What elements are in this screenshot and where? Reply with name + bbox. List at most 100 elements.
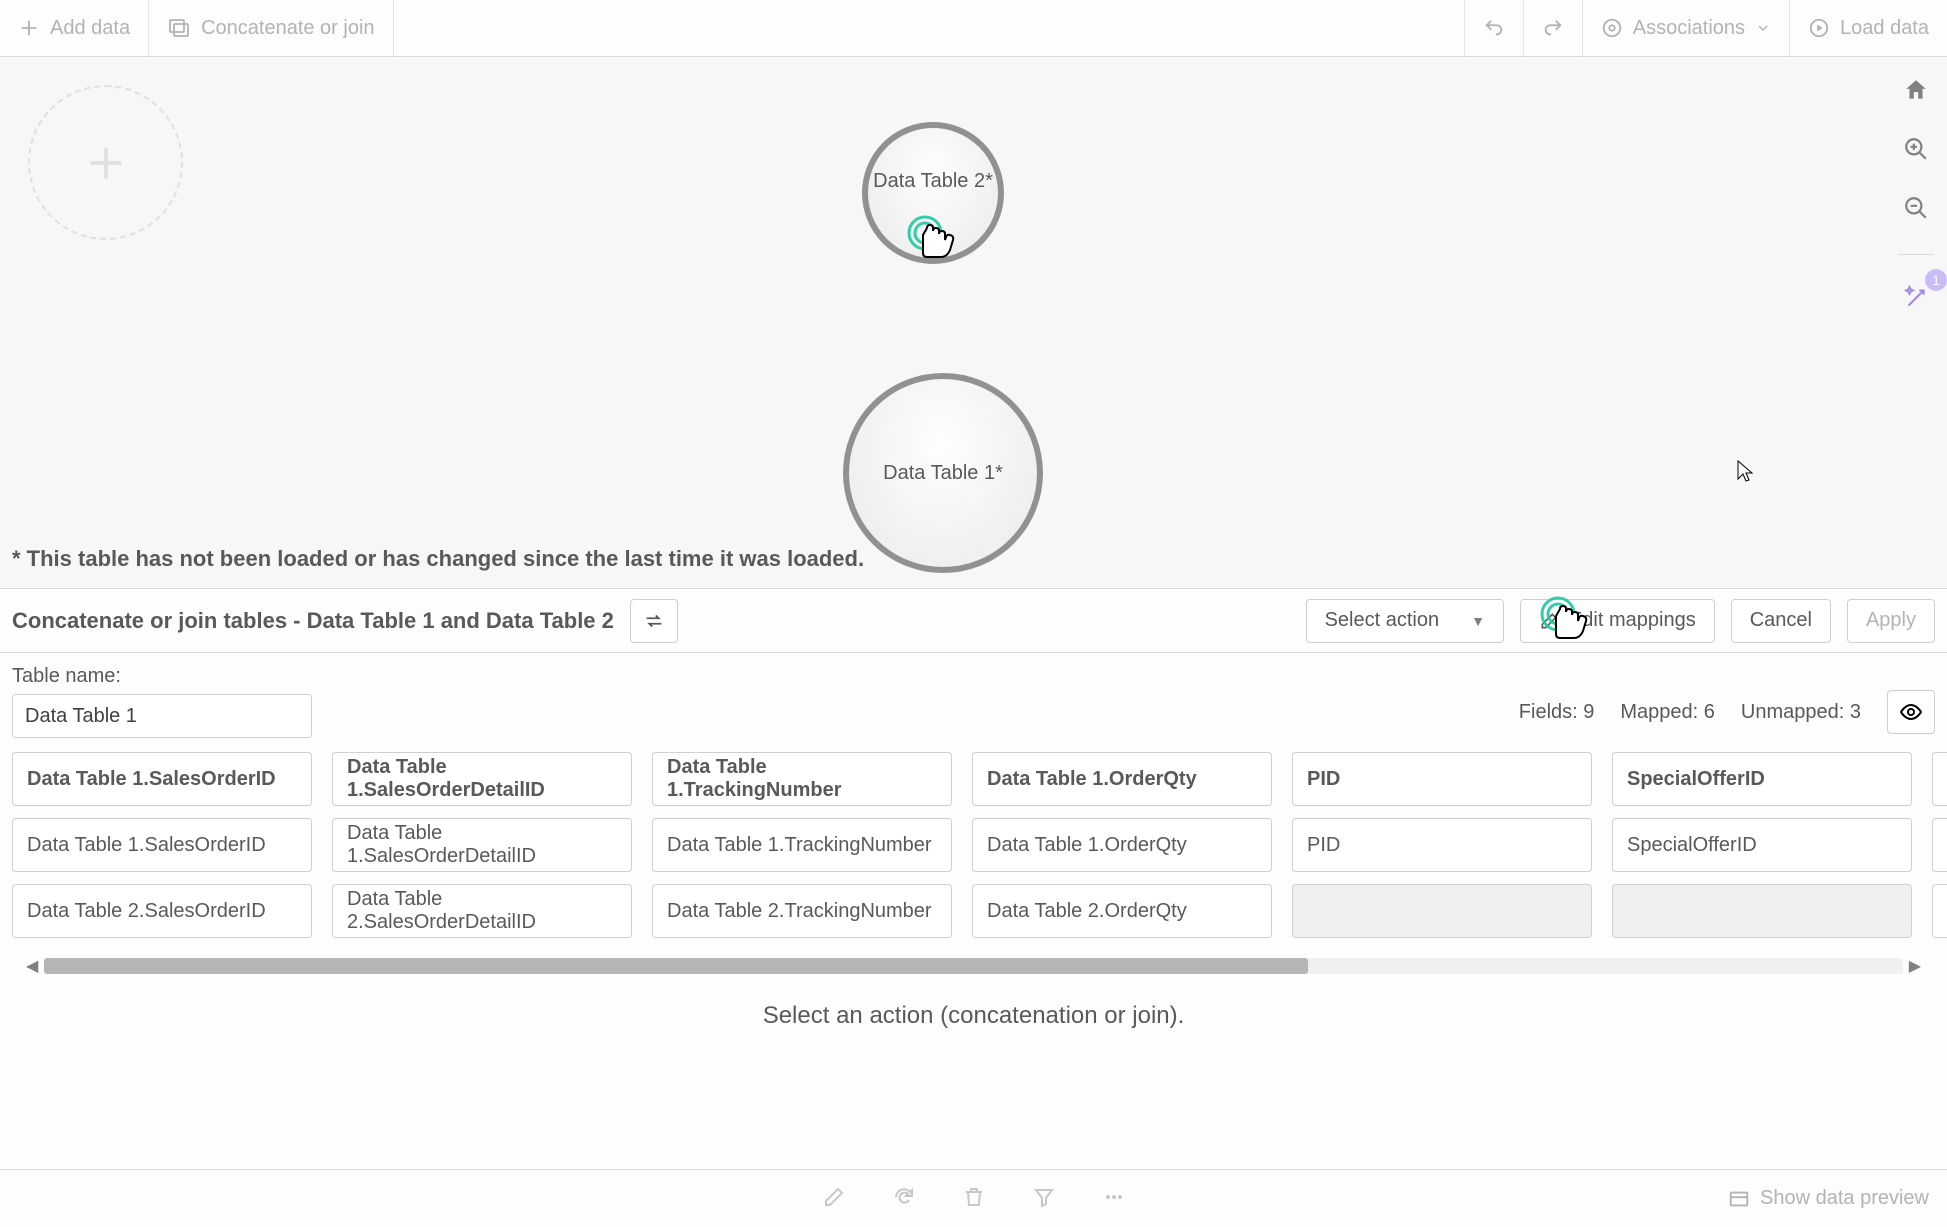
concat-join-button[interactable]: Concatenate or join bbox=[149, 0, 393, 57]
add-table-placeholder[interactable] bbox=[28, 85, 183, 240]
column-header[interactable]: Data Table 1.OrderQty bbox=[972, 752, 1272, 806]
fields-count: Fields: 9 bbox=[1519, 701, 1595, 724]
scroll-right-icon[interactable]: ▶ bbox=[1907, 956, 1923, 976]
filter-button[interactable] bbox=[1032, 1185, 1056, 1212]
mapping-cell[interactable]: Data Ta bbox=[1932, 884, 1947, 938]
edit-button[interactable] bbox=[822, 1185, 846, 1212]
scroll-left-icon[interactable]: ◀ bbox=[24, 956, 40, 976]
scroll-thumb[interactable] bbox=[44, 958, 1308, 974]
home-button[interactable] bbox=[1897, 71, 1935, 112]
mapping-cell[interactable]: Data Table 1.SalesOrderDetailID bbox=[332, 818, 632, 872]
table-name-row: Table name: Fields: 9 Mapped: 6 Unmapped… bbox=[0, 653, 1947, 746]
mapping-cell[interactable]: Data Table 1.OrderQty bbox=[972, 818, 1272, 872]
mapping-cell[interactable]: PID bbox=[1292, 818, 1592, 872]
swap-icon bbox=[643, 610, 665, 632]
mapping-cell[interactable]: Data Table 2.OrderQty bbox=[972, 884, 1272, 938]
mapping-column: Data Table 1.TrackingNumber Data Table 1.… bbox=[652, 752, 952, 938]
concat-join-title: Concatenate or join tables - Data Table … bbox=[12, 608, 614, 634]
cursor-icon bbox=[1736, 459, 1754, 483]
plus-large-icon bbox=[83, 140, 129, 186]
chevron-down-icon: ▼ bbox=[1471, 613, 1485, 629]
column-header[interactable]: Data Ta bbox=[1932, 752, 1947, 806]
redo-icon bbox=[1542, 17, 1564, 39]
more-button[interactable] bbox=[1102, 1185, 1126, 1212]
apply-label: Apply bbox=[1866, 609, 1916, 632]
mapping-column: Data Table 1.SalesOrderID Data Table 1.Sa… bbox=[12, 752, 312, 938]
zoom-in-button[interactable] bbox=[1897, 130, 1935, 171]
mapping-area: Data Table 1.SalesOrderID Data Table 1.Sa… bbox=[0, 746, 1947, 976]
column-header[interactable]: SpecialOfferID bbox=[1612, 752, 1912, 806]
add-data-button[interactable]: Add data bbox=[0, 0, 149, 57]
undo-icon bbox=[1483, 17, 1505, 39]
unmapped-count: Unmapped: 3 bbox=[1741, 701, 1861, 724]
edit-mappings-button[interactable]: Edit mappings bbox=[1520, 599, 1715, 643]
mapping-cell[interactable] bbox=[1612, 884, 1912, 938]
swap-tables-button[interactable] bbox=[630, 599, 678, 643]
data-model-canvas[interactable]: Data Table 2* Data Table 1* * This table… bbox=[0, 57, 1947, 589]
cancel-button[interactable]: Cancel bbox=[1731, 599, 1831, 643]
associations-button[interactable]: Associations bbox=[1582, 0, 1789, 57]
select-action-label: Select action bbox=[1325, 609, 1440, 632]
side-divider bbox=[1898, 254, 1934, 255]
show-data-preview-button[interactable]: Show data preview bbox=[1728, 1170, 1929, 1227]
bottom-icon-group bbox=[822, 1185, 1126, 1212]
mapping-row: Data Table 1.SalesOrderID Data Table 1.Sa… bbox=[12, 752, 1935, 938]
pencil-icon bbox=[1539, 611, 1559, 631]
eye-icon bbox=[1899, 700, 1923, 724]
undo-button[interactable] bbox=[1464, 0, 1523, 57]
column-header[interactable]: Data Table 1.SalesOrderDetailID bbox=[332, 752, 632, 806]
column-header[interactable]: Data Table 1.SalesOrderID bbox=[12, 752, 312, 806]
table-bubble-2[interactable]: Data Table 2* bbox=[862, 122, 1004, 264]
zoom-out-icon bbox=[1903, 195, 1929, 221]
associations-label: Associations bbox=[1633, 17, 1745, 40]
cancel-label: Cancel bbox=[1750, 609, 1812, 632]
mapping-cell[interactable]: Data Table 1.TrackingNumber bbox=[652, 818, 952, 872]
mapping-cell[interactable]: Data Table 2.TrackingNumber bbox=[652, 884, 952, 938]
concat-join-label: Concatenate or join bbox=[201, 17, 374, 40]
mapping-cell[interactable]: SpecialOfferID bbox=[1612, 818, 1912, 872]
select-action-dropdown[interactable]: Select action ▼ bbox=[1306, 599, 1504, 643]
redo-button[interactable] bbox=[1523, 0, 1582, 57]
toggle-visibility-button[interactable] bbox=[1887, 690, 1935, 734]
horizontal-scrollbar[interactable]: ◀ ▶ bbox=[24, 956, 1923, 976]
zoom-in-icon bbox=[1903, 136, 1929, 162]
mapping-column: Data Table 1.OrderQty Data Table 1.OrderQ… bbox=[972, 752, 1272, 938]
recommendations-button[interactable]: 1 bbox=[1897, 279, 1935, 320]
table-icon bbox=[1728, 1188, 1750, 1210]
wand-icon bbox=[1903, 285, 1929, 311]
scroll-track[interactable] bbox=[44, 958, 1902, 974]
filter-icon bbox=[1032, 1185, 1056, 1209]
mapping-cell[interactable]: Data Ta bbox=[1932, 818, 1947, 872]
plus-icon bbox=[18, 17, 40, 39]
canvas-footnote: * This table has not been loaded or has … bbox=[12, 546, 864, 572]
stack-icon bbox=[167, 16, 191, 40]
mapping-cell[interactable]: Data Table 2.SalesOrderDetailID bbox=[332, 884, 632, 938]
recommendations-badge: 1 bbox=[1925, 269, 1947, 291]
mapping-column: Data Ta Data Ta Data Ta bbox=[1932, 752, 1947, 938]
delete-button[interactable] bbox=[962, 1185, 986, 1212]
more-icon bbox=[1102, 1185, 1126, 1209]
load-data-button[interactable]: Load data bbox=[1789, 0, 1947, 57]
trash-icon bbox=[962, 1185, 986, 1209]
play-circle-icon bbox=[1808, 17, 1830, 39]
load-data-label: Load data bbox=[1840, 17, 1929, 40]
table-name-label: Table name: bbox=[12, 665, 312, 688]
table-bubble-1[interactable]: Data Table 1* bbox=[843, 373, 1043, 573]
refresh-button[interactable] bbox=[892, 1185, 916, 1212]
show-data-preview-label: Show data preview bbox=[1760, 1187, 1929, 1210]
pencil-icon bbox=[822, 1185, 846, 1209]
mapping-column: Data Table 1.SalesOrderDetailID Data Tabl… bbox=[332, 752, 632, 938]
mapping-column: SpecialOfferID SpecialOfferID bbox=[1612, 752, 1912, 938]
chevron-down-icon bbox=[1755, 20, 1771, 36]
table-bubble-2-label: Data Table 2* bbox=[873, 170, 993, 193]
table-name-input[interactable] bbox=[12, 694, 312, 738]
mapping-cell[interactable]: Data Table 2.SalesOrderID bbox=[12, 884, 312, 938]
zoom-out-button[interactable] bbox=[1897, 189, 1935, 230]
mapping-cell[interactable]: Data Table 1.SalesOrderID bbox=[12, 818, 312, 872]
column-header[interactable]: PID bbox=[1292, 752, 1592, 806]
concat-join-bar: Concatenate or join tables - Data Table … bbox=[0, 589, 1947, 653]
action-hint: Select an action (concatenation or join)… bbox=[0, 976, 1947, 1040]
apply-button[interactable]: Apply bbox=[1847, 599, 1935, 643]
column-header[interactable]: Data Table 1.TrackingNumber bbox=[652, 752, 952, 806]
mapping-cell[interactable] bbox=[1292, 884, 1592, 938]
